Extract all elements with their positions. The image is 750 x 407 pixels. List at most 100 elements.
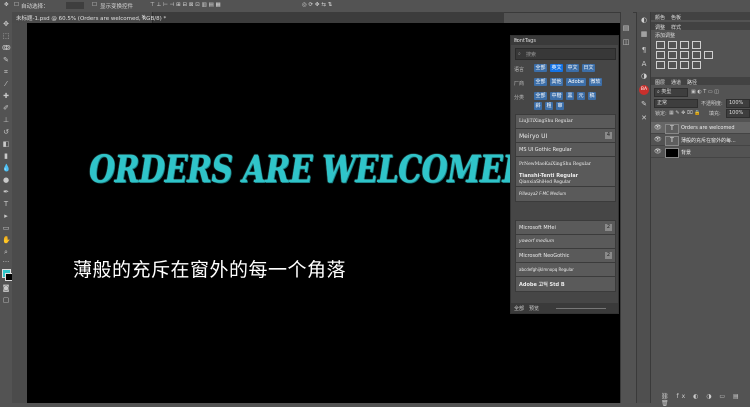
chip-category-cu[interactable]: 粗: [545, 102, 553, 110]
blur-tool-icon[interactable]: 💧: [2, 164, 11, 172]
brush-tool-icon[interactable]: ✐: [2, 104, 10, 112]
canvas-subtitle-text[interactable]: 薄般的充斥在窗外的每一个角落: [73, 255, 346, 282]
black-white-icon[interactable]: [692, 51, 701, 59]
adjustments-panel-icon[interactable]: ◑: [640, 72, 648, 80]
chip-category-gao[interactable]: 稿: [588, 92, 596, 100]
vibrance-icon[interactable]: [656, 51, 665, 59]
history-panel-icon[interactable]: ▤: [622, 24, 630, 32]
chip-language-all[interactable]: 全部: [534, 64, 547, 72]
type-tool-icon[interactable]: T: [2, 200, 10, 208]
transform-checkbox[interactable]: ☐: [92, 2, 97, 8]
character-panel-icon[interactable]: A: [640, 60, 648, 68]
selective-color-icon[interactable]: [692, 61, 701, 69]
chip-language-japanese[interactable]: 日文: [582, 64, 595, 72]
move-tool-icon[interactable]: ✥: [4, 2, 9, 8]
brightness-icon[interactable]: [656, 41, 665, 49]
chip-vendor-all[interactable]: 全部: [534, 78, 547, 86]
path-select-icon[interactable]: ▸: [2, 212, 10, 220]
layer-action-icons[interactable]: ⛓ fx ◐ ◑ ▭ ▤ 🗑: [661, 393, 750, 407]
brush-settings-icon[interactable]: ✎: [640, 100, 648, 108]
close-icon[interactable]: ×: [141, 14, 146, 20]
visibility-eye-icon[interactable]: 👁: [654, 148, 662, 155]
chip-vendor-other[interactable]: 其他: [550, 78, 563, 86]
hue-saturation-icon[interactable]: [668, 51, 677, 59]
chip-category-xie[interactable]: 斜: [534, 102, 542, 110]
exposure-icon[interactable]: [692, 41, 701, 49]
opacity-input[interactable]: 100%: [726, 99, 750, 108]
tab-layers[interactable]: 图层: [655, 79, 665, 86]
panel-menu-icon[interactable]: ≡: [514, 38, 615, 44]
tab-styles[interactable]: 样式: [671, 24, 681, 31]
zoom-tool-icon[interactable]: ⌕: [2, 248, 10, 256]
more-tools-icon[interactable]: ···: [2, 258, 10, 266]
tab-paths[interactable]: 路径: [687, 79, 697, 86]
font-list-item[interactable]: Pillwaya2 F-MC Medium: [515, 186, 616, 202]
swatches-panel-icon[interactable]: ▦: [640, 30, 648, 38]
document-tab[interactable]: 未标题-1.psd @ 60.5% (Orders are welcomed, …: [12, 12, 166, 23]
canvas-title-text[interactable]: ORDERS ARE WELCOMED: [89, 148, 528, 192]
chip-category-all[interactable]: 全部: [534, 92, 547, 100]
3d-mode-icons[interactable]: ◎ ⟳ ✥ ⇆ ⇅: [302, 2, 332, 8]
chip-category-kai[interactable]: 中楷: [550, 92, 563, 100]
chip-category-yuan[interactable]: 元: [577, 92, 585, 100]
photo-filter-icon[interactable]: [704, 51, 713, 59]
quick-mask-icon[interactable]: ◙: [2, 284, 10, 292]
fill-input[interactable]: 100%: [726, 109, 750, 118]
curves-icon[interactable]: [680, 41, 689, 49]
crop-tool-icon[interactable]: ⌗: [2, 68, 10, 76]
eyedropper-icon[interactable]: ⁄: [2, 80, 10, 88]
gradient-icon[interactable]: ▮: [2, 152, 10, 160]
layer-kind-filter[interactable]: ⌕ 类型: [654, 88, 688, 97]
chip-vendor-adobe[interactable]: Adobe: [566, 78, 586, 86]
tab-color[interactable]: 颜色: [655, 14, 665, 21]
properties-panel-icon[interactable]: ◫: [622, 38, 630, 46]
invert-icon[interactable]: [656, 61, 665, 69]
chip-language-english[interactable]: 英文: [550, 64, 563, 72]
dodge-tool-icon[interactable]: ●: [2, 176, 10, 184]
shape-tool-icon[interactable]: ▭: [2, 224, 10, 232]
preview-size-slider[interactable]: [556, 307, 606, 309]
font-panel-titlebar[interactable]: FontTags ≡: [511, 36, 618, 45]
threshold-icon[interactable]: [680, 61, 689, 69]
screen-mode-icon[interactable]: ▢: [2, 296, 10, 304]
hand-tool-icon[interactable]: ✋: [2, 236, 11, 244]
layer-row[interactable]: 👁 T 薄般的充斥在窗外的每...: [651, 134, 750, 146]
font-list-item[interactable]: PrNewMaoKaiXingShu Regular Tianshi-Tenti…: [515, 156, 616, 188]
posterize-icon[interactable]: [668, 61, 677, 69]
chip-vendor-microsoft[interactable]: 微软: [589, 78, 602, 86]
color-panel-icon[interactable]: ◐: [640, 16, 648, 24]
visibility-eye-icon[interactable]: 👁: [654, 136, 662, 143]
color-balance-icon[interactable]: [680, 51, 689, 59]
visibility-eye-icon[interactable]: 👁: [654, 124, 662, 131]
history-brush-icon[interactable]: ↺: [2, 128, 10, 136]
font-list-item[interactable]: Adobe 고딕 Std B: [515, 276, 616, 292]
move-tool-icon[interactable]: ✥: [2, 20, 10, 28]
lasso-tool-icon[interactable]: ↂ: [2, 44, 11, 52]
layer-row[interactable]: 👁 T Orders are welcomed: [651, 122, 750, 134]
stamp-tool-icon[interactable]: ⊥: [2, 116, 10, 124]
quick-select-icon[interactable]: ✎: [2, 56, 10, 64]
auto-select-checkbox[interactable]: ☐: [14, 2, 19, 8]
chip-category-hei[interactable]: 黑: [566, 92, 574, 100]
footer-all-button[interactable]: 全部: [514, 305, 524, 312]
tab-channels[interactable]: 通道: [671, 79, 681, 86]
tab-adjustments[interactable]: 调整: [655, 24, 665, 31]
chip-category-shen[interactable]: 审: [556, 102, 564, 110]
blend-mode-select[interactable]: 正常: [654, 99, 698, 108]
paragraph-panel-icon[interactable]: ¶: [640, 46, 648, 54]
tools-crossed-icon[interactable]: ✕: [640, 114, 648, 122]
levels-icon[interactable]: [668, 41, 677, 49]
font-search-input[interactable]: ⌕ 搜索: [515, 48, 616, 60]
plugin-badge[interactable]: BA: [639, 85, 649, 95]
healing-brush-icon[interactable]: ✚: [2, 92, 10, 100]
chip-language-chinese[interactable]: 中文: [566, 64, 579, 72]
lock-icons[interactable]: ▦ ✎ ✥ ⌧ 🔒: [669, 110, 700, 116]
layer-filter-icons[interactable]: ▣ ◐ T ▭ ◫: [691, 89, 719, 95]
align-icons[interactable]: ⊤ ⊥ ⊢ ⊣ ⊞ ⊟ ⊠ ⊡ ▥ ▤ ▦: [150, 2, 221, 8]
footer-preview-button[interactable]: 预览: [529, 305, 539, 312]
tab-swatches[interactable]: 色板: [671, 14, 681, 21]
layer-row[interactable]: 👁 背景: [651, 146, 750, 158]
eraser-icon[interactable]: ◧: [2, 140, 10, 148]
pen-tool-icon[interactable]: ✒: [2, 188, 10, 196]
marquee-tool-icon[interactable]: ⬚: [2, 32, 10, 40]
